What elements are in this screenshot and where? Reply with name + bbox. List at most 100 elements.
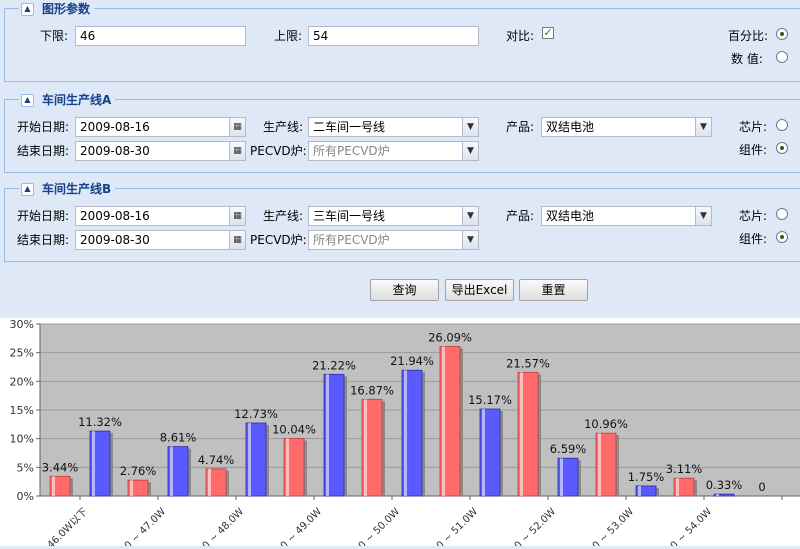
- params-legend: ▲ 图形参数: [19, 1, 95, 17]
- bar-highlight: [208, 468, 211, 496]
- data-label: 26.09%: [428, 330, 472, 344]
- bar-highlight: [716, 494, 719, 496]
- bar-highlight: [520, 372, 523, 496]
- data-label: 10.04%: [272, 422, 316, 436]
- data-label: 8.61%: [160, 431, 197, 445]
- line-a-module-label: 组件:: [739, 143, 768, 157]
- line-a-pecvd-select[interactable]: 所有PECVD炉: [308, 141, 463, 161]
- data-label: 6.59%: [550, 442, 587, 456]
- compare-checkbox[interactable]: ✓: [542, 27, 554, 39]
- data-label: 1.75%: [628, 470, 665, 484]
- data-label: 21.22%: [312, 358, 356, 372]
- line-a-end-date[interactable]: 2009-08-30: [75, 141, 230, 161]
- value-label: 数 值:: [731, 52, 763, 66]
- line-a-start-label: 开始日期:: [17, 120, 70, 134]
- line-a-start-date[interactable]: 2009-08-16: [75, 117, 230, 137]
- bar-highlight: [130, 480, 133, 496]
- data-label: 16.87%: [350, 383, 394, 397]
- line-a-product-label: 产品:: [506, 120, 535, 134]
- chevron-down-icon[interactable]: ▼: [696, 117, 712, 137]
- export-excel-button[interactable]: 导出Excel: [445, 279, 514, 301]
- data-label: 15.17%: [468, 393, 512, 407]
- x-tick-label: 0 ~ 52.0W: [513, 506, 559, 546]
- line-a-product-select[interactable]: 双结电池: [541, 117, 696, 137]
- line-a-pecvd-label: PECVD炉:: [250, 144, 307, 158]
- line-b-line-label: 生产线:: [263, 209, 304, 223]
- bar-highlight: [404, 370, 407, 496]
- calendar-icon[interactable]: ▦: [230, 230, 246, 250]
- collapse-icon[interactable]: ▲: [21, 182, 34, 196]
- line-b-module-label: 组件:: [739, 232, 768, 246]
- line-b-pecvd-select[interactable]: 所有PECVD炉: [308, 230, 463, 250]
- params-title: 图形参数: [42, 2, 91, 16]
- x-tick-label: 0 ~ 51.0W: [435, 506, 481, 546]
- upper-label: 上限:: [274, 29, 303, 43]
- chart-panel: 0% 5% 10% 15% 20% 25% 30% 3.44% 2.76% 4.74% 10.04%…: [0, 318, 800, 549]
- data-label: 21.57%: [506, 356, 550, 370]
- calendar-icon[interactable]: ▦: [230, 206, 246, 226]
- y-tick-label: 25%: [10, 347, 34, 360]
- data-label: 0.33%: [706, 478, 743, 492]
- data-label: 3.11%: [666, 462, 703, 476]
- bar-highlight: [248, 423, 251, 496]
- reset-button[interactable]: 重置: [519, 279, 588, 301]
- line-a-module-radio[interactable]: [776, 142, 788, 154]
- data-label: 0: [758, 480, 765, 494]
- x-tick-label: 0 ~ 49.0W: [279, 506, 325, 546]
- line-b-start-date[interactable]: 2009-08-16: [75, 206, 230, 226]
- bar-highlight: [560, 458, 563, 496]
- data-label: 10.96%: [584, 417, 628, 431]
- upper-input[interactable]: 54: [308, 26, 479, 46]
- line-b-legend: ▲ 车间生产线B: [19, 181, 116, 197]
- data-label: 21.94%: [390, 354, 434, 368]
- bar-highlight: [286, 438, 289, 496]
- collapse-icon[interactable]: ▲: [21, 2, 34, 16]
- line-b-chip-radio[interactable]: [776, 208, 788, 220]
- bar-highlight: [598, 433, 601, 496]
- bar-highlight: [638, 485, 641, 496]
- chevron-down-icon[interactable]: ▼: [463, 206, 479, 226]
- chevron-down-icon[interactable]: ▼: [696, 206, 712, 226]
- bar-highlight: [676, 478, 679, 496]
- line-b-start-label: 开始日期:: [17, 209, 70, 223]
- x-tick-label: 0 ~ 50.0W: [357, 506, 403, 546]
- data-label: 2.76%: [120, 464, 157, 478]
- lower-input[interactable]: 46: [75, 26, 246, 46]
- percent-label: 百分比:: [728, 29, 769, 43]
- y-tick-label: 20%: [10, 375, 34, 388]
- line-b-end-date[interactable]: 2009-08-30: [75, 230, 230, 250]
- calendar-icon[interactable]: ▦: [230, 141, 246, 161]
- compare-label: 对比:: [506, 29, 535, 43]
- x-tick-label: 0 ~ 53.0W: [591, 506, 637, 546]
- data-label: 12.73%: [234, 407, 278, 421]
- y-tick-label: 0%: [17, 490, 34, 503]
- x-tick-label: 46.0W以下: [45, 506, 90, 546]
- data-label: 3.44%: [42, 460, 79, 474]
- calendar-icon[interactable]: ▦: [230, 117, 246, 137]
- bar-highlight: [482, 409, 485, 496]
- value-radio[interactable]: [776, 51, 788, 63]
- chevron-down-icon[interactable]: ▼: [463, 117, 479, 137]
- line-b-line-select[interactable]: 三车间一号线: [308, 206, 463, 226]
- line-a-chip-radio[interactable]: [776, 119, 788, 131]
- line-a-line-label: 生产线:: [263, 120, 304, 134]
- percent-radio[interactable]: [776, 28, 788, 40]
- bar-highlight: [92, 431, 95, 496]
- line-a-title: 车间生产线A: [42, 93, 112, 107]
- x-tick-label: 0 ~ 48.0W: [201, 506, 247, 546]
- bar-highlight: [170, 446, 173, 496]
- chevron-down-icon[interactable]: ▼: [463, 141, 479, 161]
- y-tick-label: 30%: [10, 318, 34, 331]
- line-a-line-select[interactable]: 二车间一号线: [308, 117, 463, 137]
- collapse-icon[interactable]: ▲: [21, 93, 34, 107]
- data-label: 4.74%: [198, 453, 235, 467]
- query-button[interactable]: 查询: [370, 279, 439, 301]
- line-a-end-label: 结束日期:: [17, 144, 70, 158]
- chevron-down-icon[interactable]: ▼: [463, 230, 479, 250]
- lower-label: 下限:: [40, 29, 69, 43]
- line-b-product-select[interactable]: 双结电池: [541, 206, 696, 226]
- y-tick-label: 5%: [17, 461, 34, 474]
- bar-highlight: [326, 374, 329, 496]
- y-tick-label: 15%: [10, 404, 34, 417]
- line-b-module-radio[interactable]: [776, 231, 788, 243]
